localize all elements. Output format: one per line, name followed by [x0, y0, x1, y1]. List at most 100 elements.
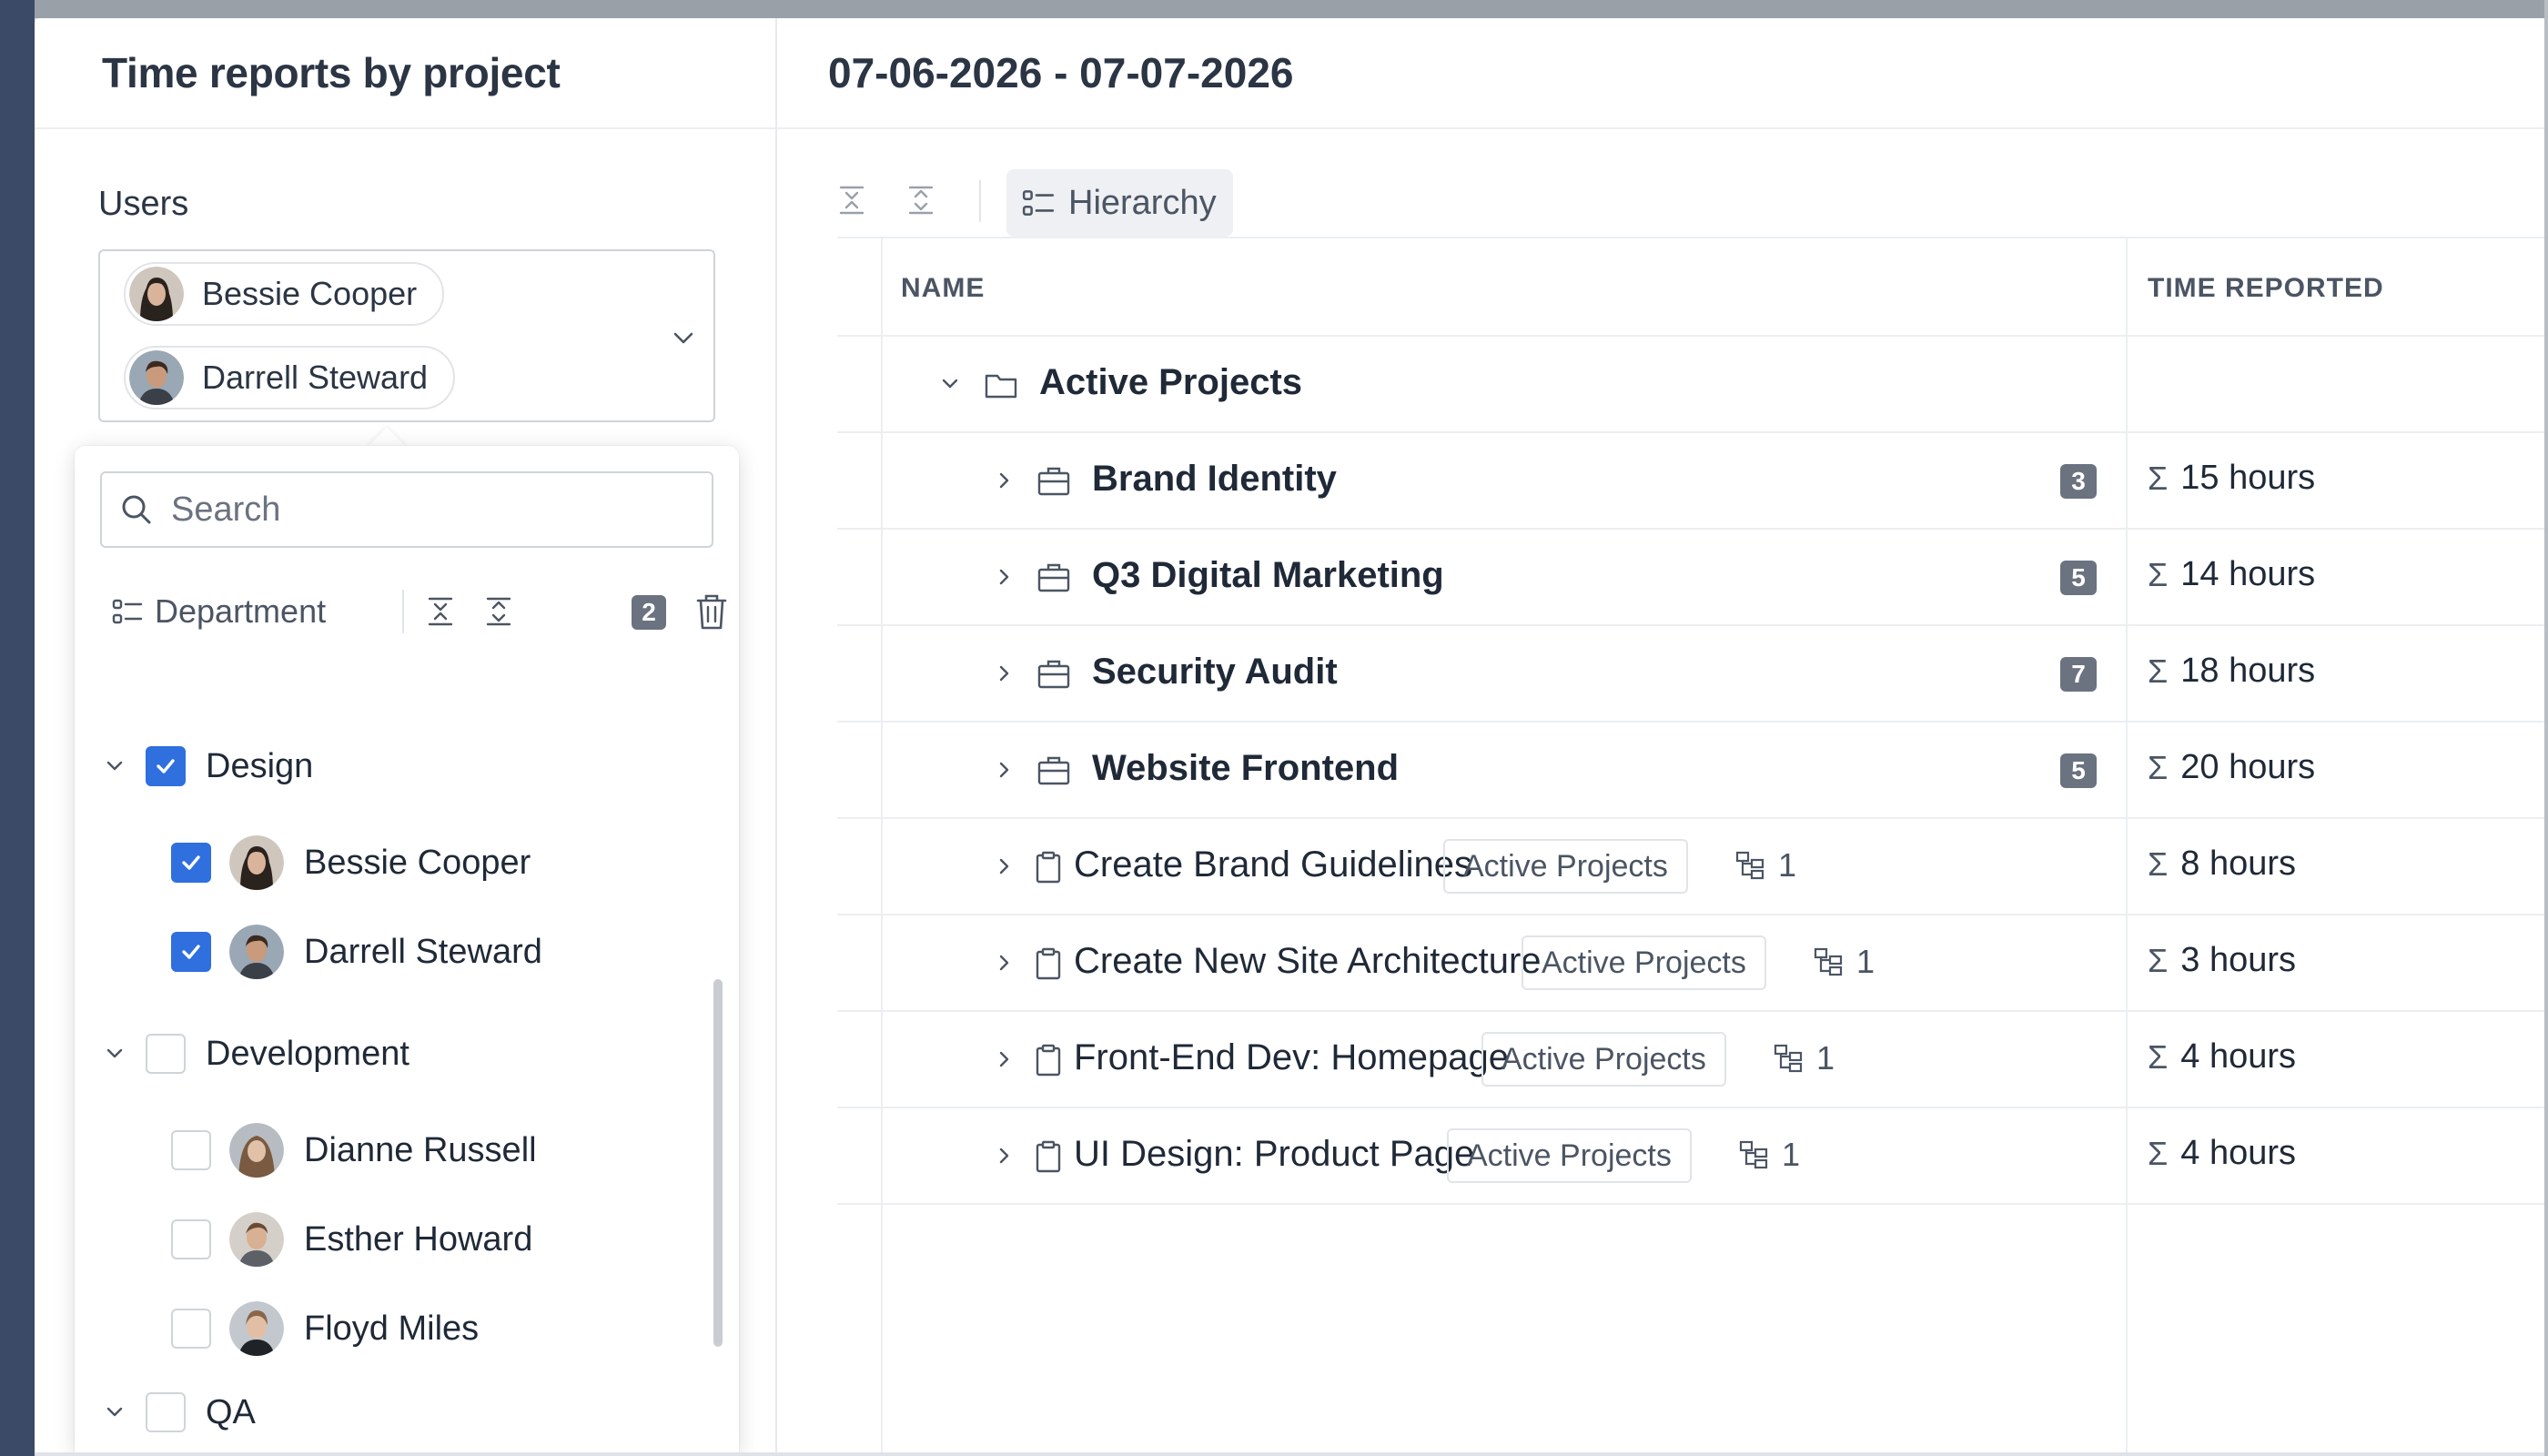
sigma-icon: Σ [2148, 652, 2169, 690]
search-field[interactable] [100, 471, 713, 548]
subtasks-icon [1774, 1044, 1803, 1073]
tree-group-development[interactable]: Development [75, 1017, 712, 1090]
expand-all-icon[interactable] [482, 595, 515, 628]
time-value: 18 hours [2180, 652, 2316, 690]
subtasks-indicator: 1 [1738, 1136, 1800, 1174]
user-checkbox[interactable] [171, 932, 211, 972]
subtask-count: 1 [1778, 846, 1797, 884]
time-reported: Σ 4 hours [2148, 1037, 2296, 1077]
trash-icon[interactable] [693, 592, 730, 632]
group-checkbox[interactable] [146, 746, 186, 786]
group-by-button[interactable]: Department [111, 588, 326, 635]
chevron-down-icon[interactable] [670, 324, 697, 351]
user-checkbox[interactable] [171, 1219, 211, 1259]
expand-all-icon[interactable] [905, 184, 937, 217]
row-name: Active Projects [1039, 362, 1303, 402]
user-chip[interactable]: Bessie Cooper [124, 262, 445, 326]
panel-header: Time reports by project [35, 18, 775, 129]
chevron-down-icon[interactable] [102, 1041, 127, 1067]
tree-user-row[interactable]: Dianne Russell [75, 1114, 712, 1187]
clipboard-icon [1036, 1044, 1061, 1077]
dropdown-scrollbar[interactable] [713, 979, 723, 1347]
users-multiselect[interactable]: Bessie Cooper Darrell Steward [98, 249, 715, 422]
column-header-name[interactable]: NAME [901, 273, 985, 304]
chevron-right-icon[interactable] [992, 757, 1017, 783]
collapse-all-icon[interactable] [424, 595, 457, 628]
tree-user-row[interactable]: Darrell Steward [75, 915, 712, 988]
sigma-icon: Σ [2148, 1134, 2169, 1172]
time-value: 4 hours [2180, 1134, 2297, 1172]
table-row[interactable]: Q3 Digital Marketing 5 Σ 14 hours [837, 530, 2544, 626]
task-count-badge: 3 [2060, 464, 2097, 499]
chevron-right-icon[interactable] [992, 950, 1017, 976]
sigma-icon: Σ [2148, 555, 2169, 593]
avatar [229, 1212, 284, 1267]
table-row[interactable]: UI Design: Product Page Active Projects … [837, 1108, 2544, 1205]
time-value: 20 hours [2180, 748, 2316, 786]
row-name: Security Audit [1092, 652, 1338, 692]
search-input[interactable] [171, 490, 681, 530]
table-row[interactable]: Create New Site Architecture Active Proj… [837, 915, 2544, 1012]
table-row[interactable]: Brand Identity 3 Σ 15 hours [837, 433, 2544, 530]
project-tag[interactable]: Active Projects [1522, 935, 1766, 990]
time-value: 8 hours [2180, 844, 2297, 883]
user-checkbox[interactable] [171, 843, 211, 883]
table-row[interactable]: Create Brand Guidelines Active Projects … [837, 819, 2544, 915]
group-label: Development [206, 1034, 410, 1073]
subtasks-icon [1814, 947, 1843, 976]
tree-group-design[interactable]: Design [75, 730, 712, 803]
chevron-right-icon[interactable] [992, 854, 1017, 879]
department-tree: Design Bessie Cooper Darrell Steward Dev [75, 677, 739, 1452]
project-tag[interactable]: Active Projects [1481, 1032, 1726, 1087]
collapse-all-icon[interactable] [835, 184, 868, 217]
subtasks-icon [1735, 851, 1764, 880]
avatar [129, 350, 184, 405]
hierarchy-button[interactable]: Hierarchy [1006, 169, 1233, 237]
table-row[interactable]: Website Frontend 5 Σ 20 hours [837, 723, 2544, 819]
table-row[interactable]: Security Audit 7 Σ 18 hours [837, 626, 2544, 723]
chevron-right-icon[interactable] [992, 1046, 1017, 1072]
chevron-right-icon[interactable] [992, 661, 1017, 686]
chevron-right-icon[interactable] [992, 564, 1017, 590]
table-row[interactable]: Active Projects [837, 337, 2544, 433]
table-row[interactable]: Front-End Dev: Homepage Active Projects … [837, 1012, 2544, 1108]
selected-count-badge: 2 [632, 595, 666, 630]
chevron-down-icon[interactable] [102, 753, 127, 779]
user-chip[interactable]: Darrell Steward [124, 346, 456, 410]
user-checkbox[interactable] [171, 1309, 211, 1349]
subtasks-indicator: 1 [1813, 943, 1875, 981]
tree-group-qa[interactable]: QA [75, 1376, 712, 1449]
time-reported: Σ 20 hours [2148, 748, 2315, 787]
group-checkbox[interactable] [146, 1034, 186, 1074]
time-reported: Σ 4 hours [2148, 1134, 2296, 1173]
avatar [129, 267, 184, 321]
time-value: 3 hours [2180, 941, 2297, 979]
time-value: 15 hours [2180, 459, 2316, 497]
check-icon [157, 759, 175, 774]
project-tag[interactable]: Active Projects [1447, 1128, 1692, 1183]
avatar [229, 835, 284, 890]
chevron-right-icon[interactable] [992, 468, 1017, 493]
group-checkbox[interactable] [146, 1392, 186, 1432]
chevron-right-icon[interactable] [992, 1143, 1017, 1168]
sigma-icon: Σ [2148, 844, 2169, 883]
row-name: Front-End Dev: Homepage [1074, 1037, 1510, 1077]
tree-user-row[interactable]: Floyd Miles [75, 1292, 712, 1365]
row-name: Create New Site Architecture [1074, 941, 1542, 981]
tree-user-row[interactable]: Esther Howard [75, 1203, 712, 1276]
chevron-down-icon[interactable] [102, 1400, 127, 1425]
sigma-icon: Σ [2148, 459, 2169, 497]
column-header-time[interactable]: TIME REPORTED [2148, 273, 2384, 304]
clipboard-icon [1036, 1140, 1061, 1173]
report-table: NAME TIME REPORTED Active Projects Brand… [837, 237, 2544, 1452]
check-icon [182, 855, 200, 870]
chevron-down-icon[interactable] [937, 371, 963, 397]
task-count-badge: 5 [2060, 753, 2097, 788]
sigma-icon: Σ [2148, 941, 2169, 979]
project-tag[interactable]: Active Projects [1443, 839, 1688, 894]
time-reported: Σ 3 hours [2148, 941, 2296, 980]
search-icon [122, 495, 151, 524]
tree-user-row[interactable]: Bessie Cooper [75, 826, 712, 899]
time-reported: Σ 14 hours [2148, 555, 2315, 594]
user-checkbox[interactable] [171, 1130, 211, 1170]
